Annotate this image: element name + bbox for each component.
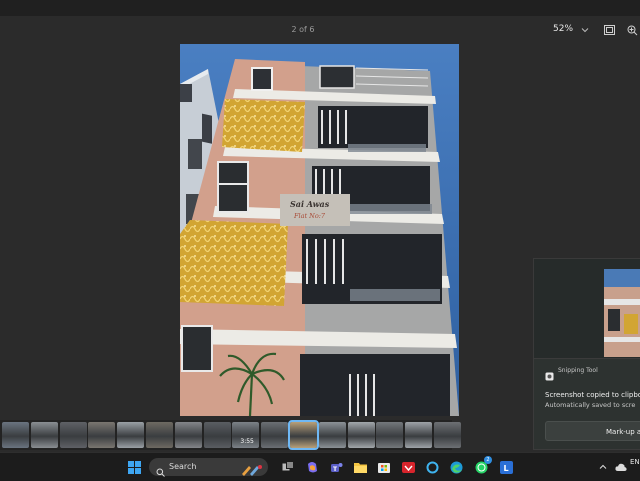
- taskbar-search[interactable]: Search: [149, 458, 268, 477]
- filmstrip-thumb[interactable]: [88, 422, 116, 448]
- filmstrip-thumb[interactable]: [30, 422, 58, 448]
- whatsapp-badge: 2: [484, 456, 492, 464]
- chevron-down-icon[interactable]: [578, 23, 592, 37]
- filmstrip-thumb[interactable]: [434, 422, 461, 448]
- snipping-tool-icon: [545, 366, 554, 385]
- filmstrip-thumb[interactable]: [146, 422, 173, 448]
- task-view-icon[interactable]: [280, 459, 296, 475]
- fit-to-window-icon[interactable]: [602, 23, 616, 37]
- filmstrip-thumb[interactable]: [117, 422, 145, 448]
- search-highlight-icon: [241, 461, 263, 480]
- title-bar: [0, 0, 640, 16]
- filmstrip-thumb[interactable]: [2, 422, 29, 448]
- filmstrip-thumb[interactable]: [203, 422, 231, 448]
- cortana-icon[interactable]: [424, 459, 440, 475]
- svg-text:L: L: [503, 464, 508, 473]
- app-blue-icon[interactable]: L: [498, 459, 514, 475]
- windows-start-icon[interactable]: [126, 459, 142, 475]
- page-counter: 2 of 6: [291, 25, 315, 34]
- zoom-level[interactable]: 52%: [553, 24, 573, 34]
- sign-line-1: Sai Awas: [290, 199, 330, 209]
- building-photo: Sai Awas Flat No:7: [180, 44, 459, 416]
- tray-cloud-icon[interactable]: [613, 459, 629, 475]
- filmstrip: 3:55: [0, 420, 461, 450]
- edge-icon[interactable]: [448, 459, 464, 475]
- taskbar: Search T 2 L EN: [0, 452, 640, 481]
- search-icon: [156, 462, 165, 481]
- filmstrip-thumb[interactable]: 3:55: [232, 422, 260, 448]
- language-indicator[interactable]: EN: [630, 458, 640, 466]
- filmstrip-thumb[interactable]: [318, 422, 346, 448]
- filmstrip-thumb[interactable]: [347, 422, 375, 448]
- thumb-duration-label: 3:55: [240, 438, 254, 445]
- snip-thumbnail[interactable]: [604, 269, 640, 357]
- toast-app-name: Snipping Tool: [558, 367, 598, 374]
- filmstrip-thumb[interactable]: [405, 422, 433, 448]
- search-placeholder: Search: [169, 462, 197, 471]
- file-explorer-icon[interactable]: [352, 459, 368, 475]
- copilot-icon[interactable]: [304, 459, 320, 475]
- snipping-tool-notification[interactable]: Snipping Tool Screenshot copied to clipb…: [533, 358, 640, 450]
- filmstrip-thumb[interactable]: [261, 422, 289, 448]
- whatsapp-icon[interactable]: 2: [473, 456, 492, 475]
- microsoft-store-icon[interactable]: [376, 459, 392, 475]
- chevron-up-icon[interactable]: [595, 459, 611, 475]
- zoom-in-icon[interactable]: [625, 23, 639, 37]
- teams-icon[interactable]: T: [328, 459, 344, 475]
- filmstrip-thumb-selected[interactable]: [288, 420, 319, 450]
- filmstrip-thumb[interactable]: [376, 422, 404, 448]
- filmstrip-thumb[interactable]: [174, 422, 202, 448]
- toast-subtitle: Automatically saved to scre: [545, 401, 636, 409]
- toast-title: Screenshot copied to clipbo: [545, 391, 640, 399]
- sign-line-2: Flat No:7: [293, 212, 326, 220]
- markup-button[interactable]: Mark-up a: [545, 421, 640, 441]
- filmstrip-thumb[interactable]: [59, 422, 87, 448]
- app-red-icon[interactable]: [400, 459, 416, 475]
- snip-preview-card[interactable]: [533, 258, 640, 360]
